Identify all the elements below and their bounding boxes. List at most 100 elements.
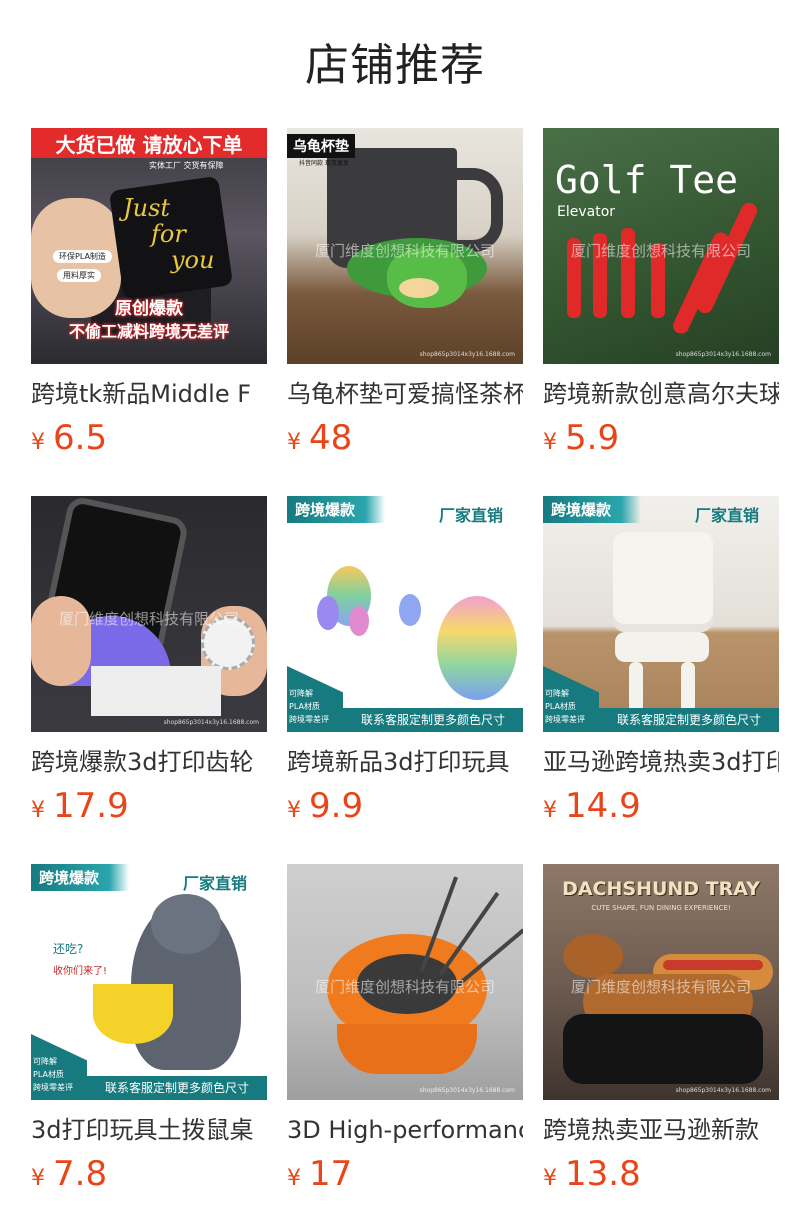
image-footer: 联系客服定制更多颜色尺寸 [87,1076,267,1100]
watermark: 厦门维度创想科技有限公司 [314,978,495,996]
currency-symbol: ¥ [543,430,557,455]
image-bottom-text: 不偷工减料跨境无差评 [68,322,229,341]
badge: 跨境爆款 [543,496,642,523]
product-image-1[interactable]: 大货已做 请放心下单 实体工厂 交货有保障 Just for you 环保PLA… [31,128,267,364]
watermark: 厦门维度创想科技有限公司 [570,242,751,260]
currency-symbol: ¥ [543,798,557,823]
image-tag: 乌龟杯垫 [287,134,355,158]
price-value: 5.9 [565,418,620,458]
image-caption: 收你们来了! [53,966,108,977]
image-footer: 联系客服定制更多颜色尺寸 [599,708,779,732]
product-card-5[interactable]: 跨境爆款 厂家直销 可降解 PLA材质 跨境零差评 联系客服定制更多颜色尺寸 跨… [287,496,523,836]
side-label: 可降解 [33,1057,57,1066]
product-name[interactable]: 3d打印玩具土拨鼠桌 [31,1114,267,1148]
product-card-1[interactable]: 大货已做 请放心下单 实体工厂 交货有保障 Just for you 环保PLA… [31,128,267,468]
price-value: 7.8 [53,1154,108,1194]
shop-url: shop865p3014x3y16.1688.com [675,1087,771,1094]
image-sub-text: 实体工厂 交货有保障 [149,161,224,170]
shop-url: shop865p3014x3y16.1688.com [419,351,515,358]
image-tag: 环保PLA制造 [53,250,112,263]
image-heading: Golf Tee [555,158,739,202]
currency-symbol: ¥ [287,430,301,455]
side-label: 跨境零差评 [545,715,585,724]
image-footer: 联系客服定制更多颜色尺寸 [343,708,523,732]
watermark: 厦门维度创想科技有限公司 [58,610,239,628]
product-name[interactable]: 跨境tk新品Middle F [31,378,267,412]
product-price: ¥17.9 [31,784,129,828]
product-name[interactable]: 跨境热卖亚马逊新款 [543,1114,779,1148]
currency-symbol: ¥ [287,798,301,823]
product-price: ¥48 [287,416,352,460]
image-sub-text: Elevator [557,204,616,220]
currency-symbol: ¥ [287,1166,301,1191]
product-name[interactable]: 跨境新款创意高尔夫球 [543,378,779,412]
watermark: 厦门维度创想科技有限公司 [570,978,751,996]
product-card-3[interactable]: Golf Tee Elevator 厦门维度创想科技有限公司 shop865p3… [543,128,779,468]
product-image-3[interactable]: Golf Tee Elevator 厦门维度创想科技有限公司 shop865p3… [543,128,779,364]
product-card-6[interactable]: 跨境爆款 厂家直销 可降解 PLA材质 跨境零差评 联系客服定制更多颜色尺寸 亚… [543,496,779,836]
product-price: ¥13.8 [543,1152,641,1196]
product-image-6[interactable]: 跨境爆款 厂家直销 可降解 PLA材质 跨境零差评 联系客服定制更多颜色尺寸 [543,496,779,732]
box-text: you [171,246,215,274]
product-image-9[interactable]: DACHSHUND TRAY CUTE SHAPE, FUN DINING EX… [543,864,779,1100]
product-name[interactable]: 亚马逊跨境热卖3d打印 [543,746,779,780]
price-value: 14.9 [565,786,641,826]
price-value: 17 [309,1154,353,1194]
image-tag: 用料厚实 [57,269,101,282]
factory-label: 厂家直销 [695,506,760,525]
product-card-7[interactable]: 跨境爆款 厂家直销 还吃? 收你们来了! 可降解 PLA材质 跨境零差评 联系客… [31,864,267,1204]
side-label: PLA材质 [545,702,576,711]
image-caption: 还吃? [53,942,84,956]
product-price: ¥9.9 [287,784,363,828]
product-price: ¥7.8 [31,1152,107,1196]
side-label: 跨境零差评 [33,1083,73,1092]
image-heading: DACHSHUND TRAY [562,878,760,900]
product-card-8[interactable]: 厦门维度创想科技有限公司 shop865p3014x3y16.1688.com … [287,864,523,1204]
price-value: 17.9 [53,786,129,826]
shop-url: shop865p3014x3y16.1688.com [675,351,771,358]
image-banner-text: 大货已做 请放心下单 [55,133,243,157]
product-price: ¥5.9 [543,416,619,460]
product-image-2[interactable]: 乌龟杯垫 抖音同款 现货速发 厦门维度创想科技有限公司 shop865p3014… [287,128,523,364]
price-value: 6.5 [53,418,108,458]
price-value: 9.9 [309,786,364,826]
product-name[interactable]: 3D High-performance [287,1114,523,1148]
product-price: ¥17 [287,1152,352,1196]
factory-label: 厂家直销 [439,506,504,525]
watermark: 厦门维度创想科技有限公司 [314,242,495,260]
price-value: 13.8 [565,1154,641,1194]
product-name[interactable]: 跨境新品3d打印玩具 [287,746,523,780]
box-text: Just [123,194,171,222]
product-card-2[interactable]: 乌龟杯垫 抖音同款 现货速发 厦门维度创想科技有限公司 shop865p3014… [287,128,523,468]
currency-symbol: ¥ [31,430,45,455]
image-bottom-text: 原创爆款 [115,299,183,319]
image-sub-text: CUTE SHAPE, FUN DINING EXPERIENCE! [591,904,731,912]
product-price: ¥6.5 [31,416,107,460]
factory-label: 厂家直销 [183,874,248,893]
currency-symbol: ¥ [31,798,45,823]
badge: 跨境爆款 [31,864,130,891]
shop-url: shop865p3014x3y16.1688.com [163,719,259,726]
currency-symbol: ¥ [31,1166,45,1191]
product-name[interactable]: 跨境爆款3d打印齿轮 [31,746,267,780]
product-image-7[interactable]: 跨境爆款 厂家直销 还吃? 收你们来了! 可降解 PLA材质 跨境零差评 联系客… [31,864,267,1100]
product-card-9[interactable]: DACHSHUND TRAY CUTE SHAPE, FUN DINING EX… [543,864,779,1204]
product-image-5[interactable]: 跨境爆款 厂家直销 可降解 PLA材质 跨境零差评 联系客服定制更多颜色尺寸 [287,496,523,732]
side-label: 跨境零差评 [289,715,329,724]
image-tag-sub: 抖音同款 现货速发 [299,160,349,167]
product-image-8[interactable]: 厦门维度创想科技有限公司 shop865p3014x3y16.1688.com [287,864,523,1100]
product-name[interactable]: 乌龟杯垫可爱搞怪茶杯 [287,378,523,412]
badge: 跨境爆款 [287,496,386,523]
side-label: 可降解 [545,689,569,698]
currency-symbol: ¥ [543,1166,557,1191]
side-label: PLA材质 [33,1070,64,1079]
side-label: PLA材质 [289,702,320,711]
product-card-4[interactable]: 厦门维度创想科技有限公司 shop865p3014x3y16.1688.com … [31,496,267,836]
side-label: 可降解 [289,689,313,698]
shop-url: shop865p3014x3y16.1688.com [419,1087,515,1094]
product-price: ¥14.9 [543,784,641,828]
page-title: 店铺推荐 [305,40,485,91]
price-value: 48 [309,418,353,458]
product-image-4[interactable]: 厦门维度创想科技有限公司 shop865p3014x3y16.1688.com [31,496,267,732]
box-text: for [151,220,186,248]
